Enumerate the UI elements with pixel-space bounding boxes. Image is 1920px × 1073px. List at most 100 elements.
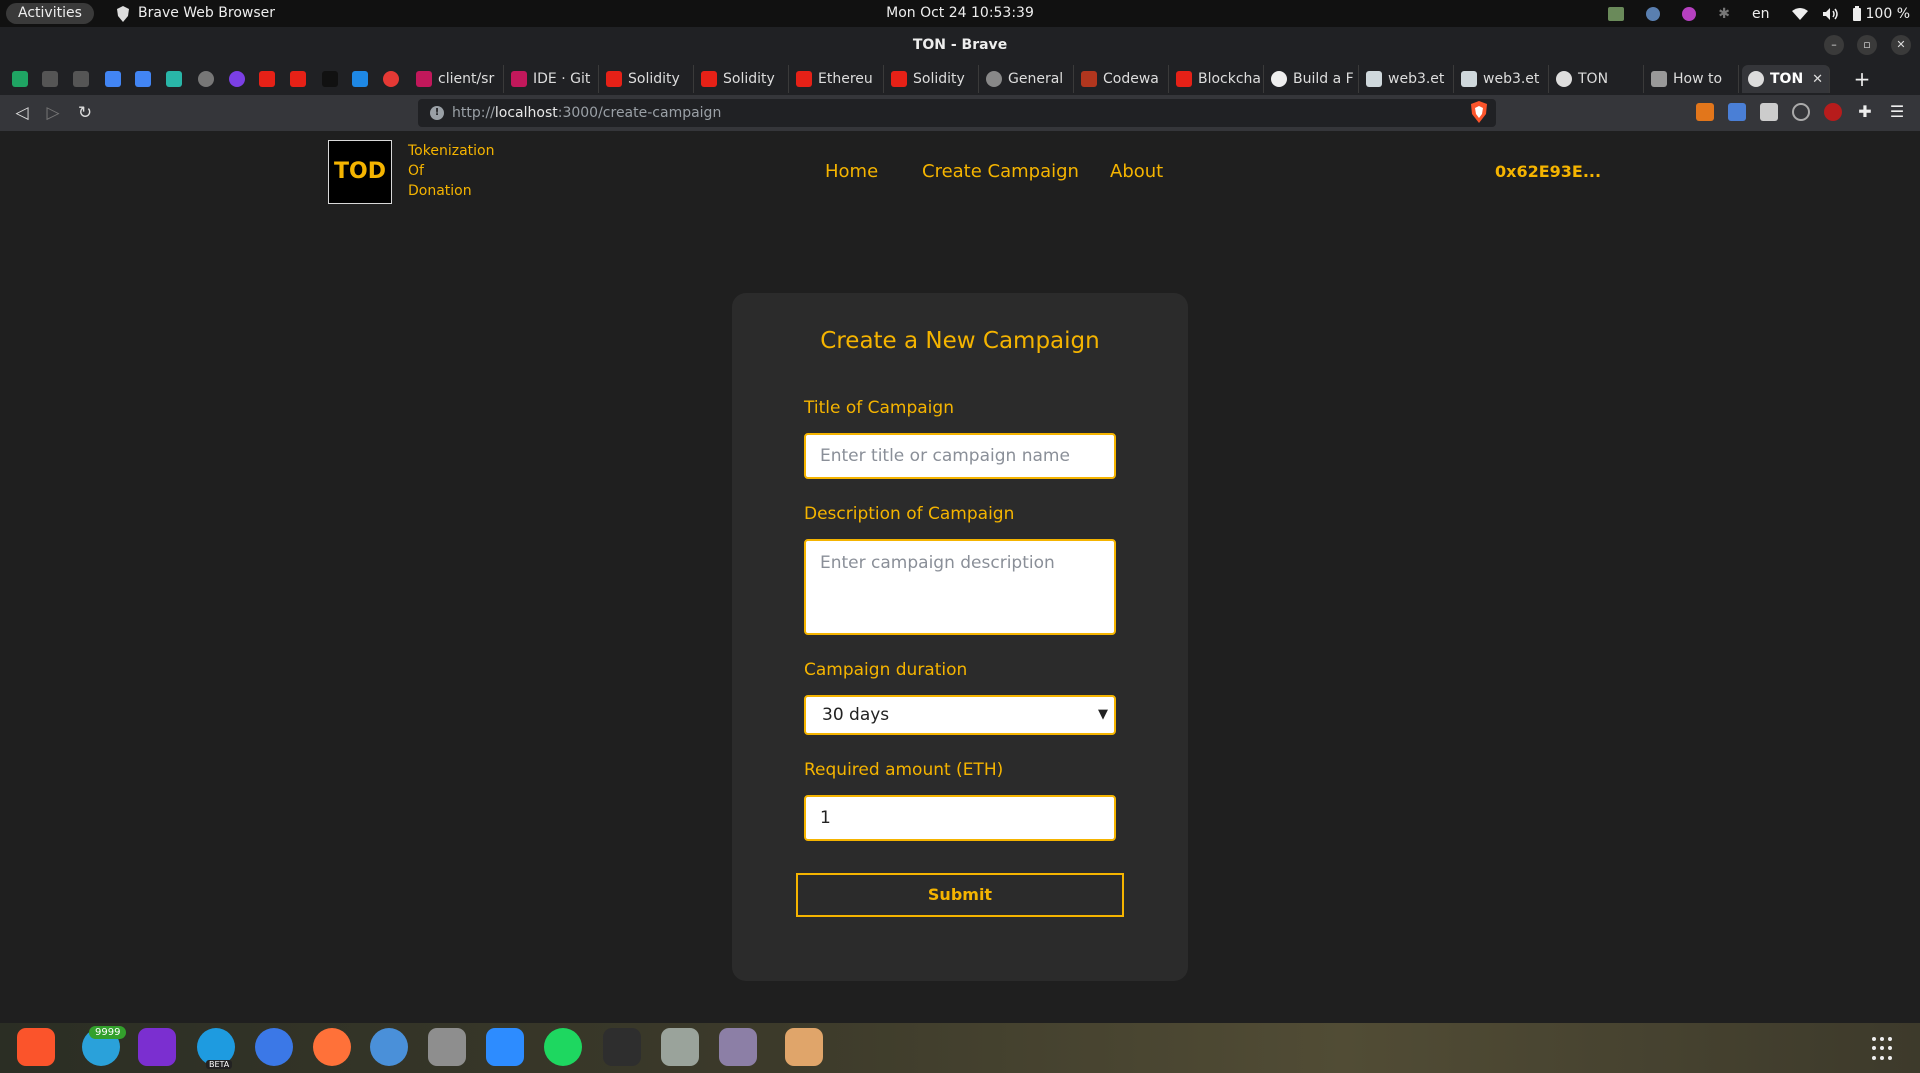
- tab[interactable]: TON: [1550, 65, 1644, 93]
- chromium-dock-icon[interactable]: [255, 1028, 293, 1066]
- minimize-button[interactable]: –: [1824, 35, 1844, 55]
- tab-label: Build a F: [1293, 71, 1354, 87]
- reload-button[interactable]: ↻: [73, 101, 97, 125]
- nav-home-link[interactable]: Home: [825, 161, 878, 182]
- title-input[interactable]: [804, 433, 1116, 479]
- battery-level: 100 %: [1865, 5, 1910, 22]
- extension-icon[interactable]: [1760, 103, 1778, 121]
- maximize-button[interactable]: ▫: [1857, 35, 1877, 55]
- tab[interactable]: Solidity: [600, 65, 694, 93]
- docs-pinned-tab-icon[interactable]: [135, 71, 151, 87]
- tab-label: Ethereu: [818, 71, 873, 87]
- logo-tagline: Tokenization Of Donation: [408, 141, 494, 201]
- tab[interactable]: General: [980, 65, 1074, 93]
- nix-icon: [416, 71, 432, 87]
- battery-icon[interactable]: [1852, 5, 1862, 22]
- thunderbird-dock-icon[interactable]: [370, 1028, 408, 1066]
- brave-dock-icon[interactable]: [17, 1028, 55, 1066]
- metamask-extension-icon[interactable]: [1696, 103, 1714, 121]
- tab-label: web3.et: [1388, 71, 1445, 87]
- close-window-button[interactable]: ✕: [1891, 35, 1911, 55]
- youtube-pinned-tab-icon[interactable]: [290, 71, 306, 87]
- globe-pinned-tab-icon[interactable]: [198, 71, 214, 87]
- pinned-tab-icon[interactable]: [42, 71, 58, 87]
- duration-label: Campaign duration: [804, 660, 968, 680]
- brave-shields-icon[interactable]: [1470, 101, 1488, 123]
- close-tab-icon[interactable]: ✕: [1812, 72, 1823, 87]
- browser-title-bar: TON - Brave – ▫ ✕: [0, 27, 1920, 63]
- alarm-extension-icon[interactable]: [1792, 103, 1810, 121]
- url-text[interactable]: http://localhost:3000/create-campaign: [452, 99, 721, 127]
- activities-button[interactable]: Activities: [6, 3, 94, 24]
- files-dock-icon[interactable]: [661, 1028, 699, 1066]
- screen-icon[interactable]: [1608, 6, 1625, 21]
- docs-pinned-tab-icon[interactable]: [105, 71, 121, 87]
- ublock-extension-icon[interactable]: [1824, 103, 1842, 121]
- box-dock-icon[interactable]: [785, 1028, 823, 1066]
- sheets-pinned-tab-icon[interactable]: [12, 71, 28, 87]
- edge-beta-label: BETA: [206, 1060, 233, 1069]
- tab[interactable]: Ethereu: [790, 65, 884, 93]
- tab[interactable]: How to: [1645, 65, 1739, 93]
- bluetooth-icon[interactable]: ✱: [1718, 6, 1730, 22]
- spotify-dock-icon[interactable]: [544, 1028, 582, 1066]
- translate-extension-icon[interactable]: [1728, 103, 1746, 121]
- language-indicator[interactable]: en: [1752, 6, 1770, 22]
- tab-label: Solidity: [913, 71, 965, 87]
- app-pinned-tab-icon[interactable]: [166, 71, 182, 87]
- youtube-pinned-tab-icon[interactable]: [259, 71, 275, 87]
- brave-app-icon: [117, 5, 129, 22]
- settings-dock-icon[interactable]: [428, 1028, 466, 1066]
- site-info-icon[interactable]: !: [430, 106, 444, 120]
- extensions-puzzle-icon[interactable]: ✚: [1856, 103, 1874, 121]
- tod-logo[interactable]: TOD: [328, 140, 392, 204]
- duration-select[interactable]: 30 days ▼: [804, 695, 1116, 735]
- nav-about-link[interactable]: About: [1110, 161, 1163, 182]
- tab[interactable]: web3.et: [1360, 65, 1454, 93]
- description-textarea[interactable]: [804, 539, 1116, 635]
- firefox-dock-icon[interactable]: [313, 1028, 351, 1066]
- menu-icon[interactable]: ☰: [1888, 103, 1906, 121]
- pinned-tab-icon[interactable]: [383, 71, 399, 87]
- nix-icon: [511, 71, 527, 87]
- firefox-tray-icon[interactable]: [1682, 6, 1697, 21]
- submit-button[interactable]: Submit: [796, 873, 1124, 917]
- active-tab[interactable]: TON ✕: [1742, 65, 1830, 93]
- x-pinned-tab-icon[interactable]: [352, 71, 368, 87]
- video-dock-icon[interactable]: [719, 1028, 757, 1066]
- tab[interactable]: IDE · Git: [505, 65, 599, 93]
- tab[interactable]: Codewa: [1075, 65, 1169, 93]
- tab[interactable]: Solidity: [695, 65, 789, 93]
- system-tray[interactable]: ✱ en 100 %: [1608, 0, 1910, 27]
- zoom-dock-icon[interactable]: [486, 1028, 524, 1066]
- volume-icon[interactable]: [1822, 7, 1838, 21]
- tab[interactable]: Build a F: [1265, 65, 1359, 93]
- tab[interactable]: client/sr: [410, 65, 504, 93]
- chevron-down-icon: ▼: [1098, 707, 1108, 722]
- tab[interactable]: web3.et: [1455, 65, 1549, 93]
- amount-input[interactable]: [804, 795, 1116, 841]
- show-apps-icon[interactable]: [1872, 1037, 1896, 1061]
- forward-button[interactable]: ▷: [41, 101, 65, 125]
- tab[interactable]: Blockcha: [1170, 65, 1264, 93]
- app-menu[interactable]: Brave Web Browser: [116, 0, 275, 27]
- tab[interactable]: Solidity: [885, 65, 979, 93]
- clock[interactable]: Mon Oct 24 10:53:39: [886, 5, 1034, 21]
- pinned-tab-icon[interactable]: [322, 71, 338, 87]
- youtube-icon: [891, 71, 907, 87]
- back-button[interactable]: ◁: [10, 101, 34, 125]
- address-bar[interactable]: ! http://localhost:3000/create-campaign: [418, 99, 1496, 127]
- phpstorm-dock-icon[interactable]: [138, 1028, 176, 1066]
- tagline-line: Tokenization: [408, 143, 495, 159]
- tab-strip: client/sr IDE · Git Solidity Solidity Et…: [0, 63, 1920, 95]
- tab-label: IDE · Git: [533, 71, 591, 87]
- wifi-icon[interactable]: [1791, 7, 1808, 20]
- globe-tray-icon[interactable]: [1646, 6, 1661, 21]
- new-tab-button[interactable]: +: [1848, 65, 1876, 93]
- nav-create-campaign-link[interactable]: Create Campaign: [922, 161, 1079, 182]
- pinned-tab-icon[interactable]: [73, 71, 89, 87]
- terminal-dock-icon[interactable]: [603, 1028, 641, 1066]
- web-page: TOD Tokenization Of Donation Home Create…: [0, 131, 1920, 1023]
- wallet-address[interactable]: 0x62E93E...: [1495, 162, 1601, 181]
- pinned-tab-icon[interactable]: [229, 71, 245, 87]
